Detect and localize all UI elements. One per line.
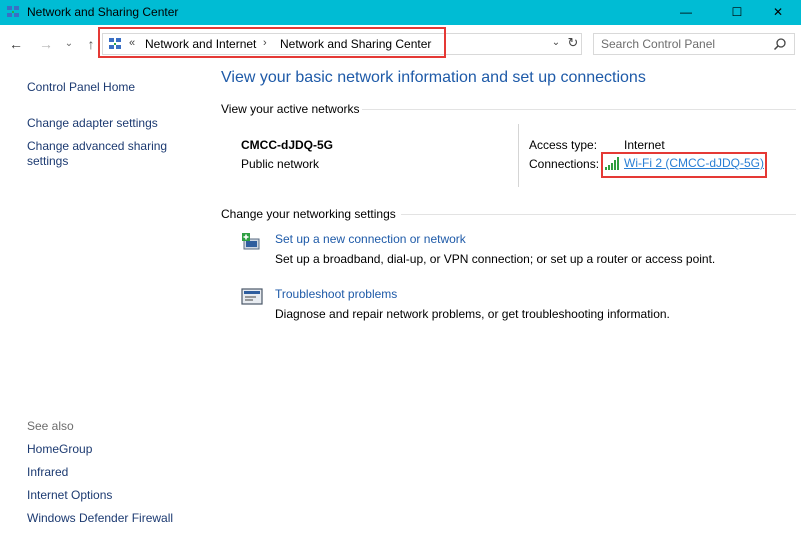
back-button[interactable]: ← xyxy=(6,34,26,54)
refresh-icon[interactable]: ↻ xyxy=(565,35,581,51)
active-networks-heading: View your active networks xyxy=(221,102,360,116)
infrared-link[interactable]: Infrared xyxy=(27,465,68,480)
page-title: View your basic network information and … xyxy=(221,69,646,86)
change-settings-heading: Change your networking settings xyxy=(221,207,396,221)
control-panel-home-link[interactable]: Control Panel Home xyxy=(27,80,135,95)
breadcrumb-network-and-sharing-center[interactable]: Network and Sharing Center xyxy=(280,37,431,51)
network-divider xyxy=(518,124,519,187)
address-dropdown-icon[interactable]: ⌄ xyxy=(549,37,563,48)
left-pane: Control Panel Home Change adapter settin… xyxy=(0,63,210,544)
minimize-button[interactable]: — xyxy=(663,0,709,25)
access-type-value: Internet xyxy=(624,138,665,152)
troubleshoot-icon xyxy=(241,288,263,305)
network-center-icon xyxy=(7,6,19,17)
address-bar[interactable]: « Network and Internet › Network and Sha… xyxy=(102,33,582,55)
troubleshoot-problems-description: Diagnose and repair network problems, or… xyxy=(275,307,670,321)
homegroup-link[interactable]: HomeGroup xyxy=(27,442,92,457)
title-bar: Network and Sharing Center — ☐ ✕ xyxy=(0,0,801,25)
section-divider xyxy=(362,109,796,110)
close-button[interactable]: ✕ xyxy=(755,0,801,25)
up-button[interactable]: ↑ xyxy=(82,34,100,54)
new-connection-icon xyxy=(242,233,260,250)
connections-label: Connections: xyxy=(529,157,600,171)
change-adapter-settings-link[interactable]: Change adapter settings xyxy=(27,116,158,131)
setup-new-connection-link[interactable]: Set up a new connection or network xyxy=(275,232,466,246)
breadcrumb-network-and-internet[interactable]: Network and Internet xyxy=(145,37,256,51)
see-also-heading: See also xyxy=(27,419,74,433)
internet-options-link[interactable]: Internet Options xyxy=(27,488,112,503)
network-name: CMCC-dJDQ-5G xyxy=(241,138,333,152)
wifi-signal-icon xyxy=(605,157,619,170)
wifi-connection-link[interactable]: Wi-Fi 2 (CMCC-dJDQ-5G) xyxy=(624,156,764,170)
search-icon[interactable] xyxy=(772,36,788,52)
navigation-bar: ← → ⌄ ↑ « Network and Internet › Network… xyxy=(0,25,801,63)
change-advanced-sharing-link[interactable]: Change advanced sharing settings xyxy=(27,139,197,169)
setup-new-connection-description: Set up a broadband, dial-up, or VPN conn… xyxy=(275,252,716,266)
troubleshoot-problems-link[interactable]: Troubleshoot problems xyxy=(275,287,397,301)
breadcrumb-overflow[interactable]: « xyxy=(129,37,135,49)
section-divider xyxy=(401,214,796,215)
search-box[interactable] xyxy=(593,33,795,55)
access-type-label: Access type: xyxy=(529,138,598,152)
search-input[interactable] xyxy=(594,34,769,54)
recent-locations-button[interactable]: ⌄ xyxy=(62,34,76,54)
control-panel-icon xyxy=(109,38,121,49)
firewall-link[interactable]: Windows Defender Firewall xyxy=(27,511,173,526)
network-type: Public network xyxy=(241,157,320,171)
forward-button[interactable]: → xyxy=(36,34,56,54)
window-title: Network and Sharing Center xyxy=(27,5,179,19)
breadcrumb-arrow-icon[interactable]: › xyxy=(263,37,267,49)
maximize-button[interactable]: ☐ xyxy=(714,0,760,25)
